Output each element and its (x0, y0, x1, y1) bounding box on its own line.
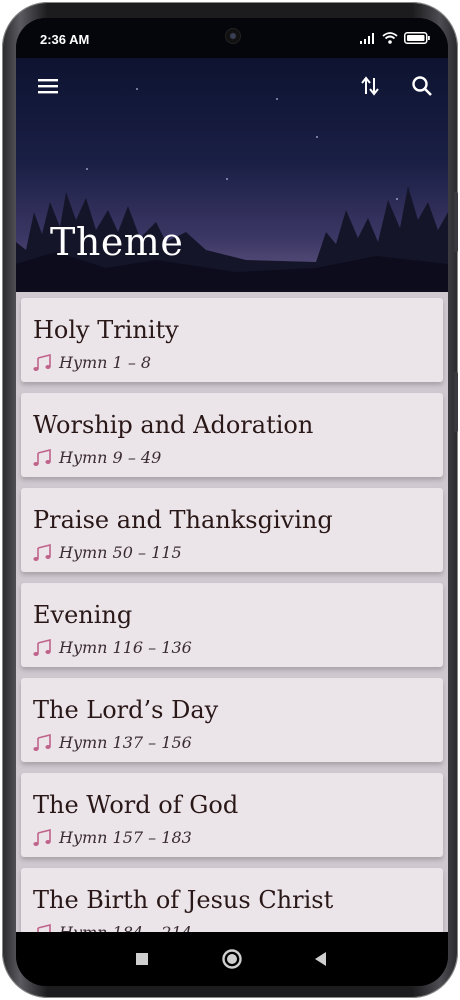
theme-title: The Birth of Jesus Christ (33, 886, 334, 914)
recents-button[interactable] (128, 945, 156, 973)
music-note-icon (33, 543, 51, 561)
status-bar: 2:36 AM (16, 18, 448, 58)
theme-subtitle: Hymn 50 – 115 (33, 543, 182, 562)
music-note-icon (33, 733, 51, 751)
theme-subtitle: Hymn 184 – 214 (33, 923, 192, 932)
hymn-range: Hymn 116 – 136 (59, 638, 192, 657)
theme-card-praise[interactable]: Praise and Thanksgiving Hymn 50 – 115 (21, 488, 443, 572)
square-icon (136, 953, 148, 965)
status-icons (360, 32, 430, 44)
signal-icon (360, 33, 374, 44)
volume-button (454, 192, 458, 252)
theme-subtitle: Hymn 137 – 156 (33, 733, 192, 752)
theme-subtitle: Hymn 9 – 49 (33, 448, 161, 467)
search-button[interactable] (408, 72, 436, 100)
hymn-range: Hymn 1 – 8 (59, 353, 152, 372)
phone-frame: 2:36 AM Theme Holy Trinity Hymn 1 – 8 Wo… (2, 2, 458, 998)
theme-title: Evening (33, 601, 133, 629)
front-camera (225, 28, 241, 44)
status-time: 2:36 AM (40, 32, 90, 47)
theme-subtitle: Hymn 116 – 136 (33, 638, 192, 657)
menu-button[interactable] (34, 72, 62, 100)
screen: 2:36 AM Theme Holy Trinity Hymn 1 – 8 Wo… (16, 18, 448, 986)
hymn-range: Hymn 157 – 183 (59, 828, 192, 847)
music-note-icon (33, 353, 51, 371)
theme-list[interactable]: Holy Trinity Hymn 1 – 8 Worship and Ador… (16, 292, 448, 932)
theme-subtitle: Hymn 1 – 8 (33, 353, 151, 372)
hymn-range: Hymn 184 – 214 (59, 923, 192, 932)
theme-title: Praise and Thanksgiving (33, 506, 333, 534)
theme-title: The Word of God (33, 791, 239, 819)
music-note-icon (33, 638, 51, 656)
header-banner: Theme (16, 58, 448, 292)
music-note-icon (37, 923, 51, 932)
theme-card-word-of-god[interactable]: The Word of God Hymn 157 – 183 (21, 773, 443, 857)
theme-subtitle: Hymn 157 – 183 (33, 828, 192, 847)
theme-card-worship[interactable]: Worship and Adoration Hymn 9 – 49 (21, 393, 443, 477)
hymn-range: Hymn 50 – 115 (59, 543, 182, 562)
battery-icon (404, 32, 430, 44)
wifi-icon (382, 32, 398, 44)
theme-title: Holy Trinity (33, 316, 179, 344)
theme-card-lords-day[interactable]: The Lord’s Day Hymn 137 – 156 (21, 678, 443, 762)
search-icon (412, 76, 432, 96)
page-title: Theme (50, 220, 184, 264)
theme-card-evening[interactable]: Evening Hymn 116 – 136 (21, 583, 443, 667)
circle-icon (222, 949, 242, 969)
theme-card-birth-of-jesus[interactable]: The Birth of Jesus Christ Hymn 184 – 214 (21, 868, 443, 932)
sort-button[interactable] (356, 72, 384, 100)
power-button (454, 372, 458, 432)
theme-title: Worship and Adoration (33, 411, 314, 439)
back-button[interactable] (306, 945, 334, 973)
triangle-back-icon (315, 952, 326, 966)
music-note-icon (33, 828, 51, 846)
music-note-icon (33, 448, 51, 466)
hymn-range: Hymn 9 – 49 (59, 448, 162, 467)
theme-title: The Lord’s Day (33, 696, 219, 724)
system-navigation-bar (16, 932, 448, 986)
sort-icon (361, 76, 379, 96)
app-toolbar (16, 58, 448, 114)
hymn-range: Hymn 137 – 156 (59, 733, 192, 752)
theme-card-holy-trinity[interactable]: Holy Trinity Hymn 1 – 8 (21, 298, 443, 382)
menu-icon (38, 79, 58, 94)
home-button[interactable] (218, 945, 246, 973)
